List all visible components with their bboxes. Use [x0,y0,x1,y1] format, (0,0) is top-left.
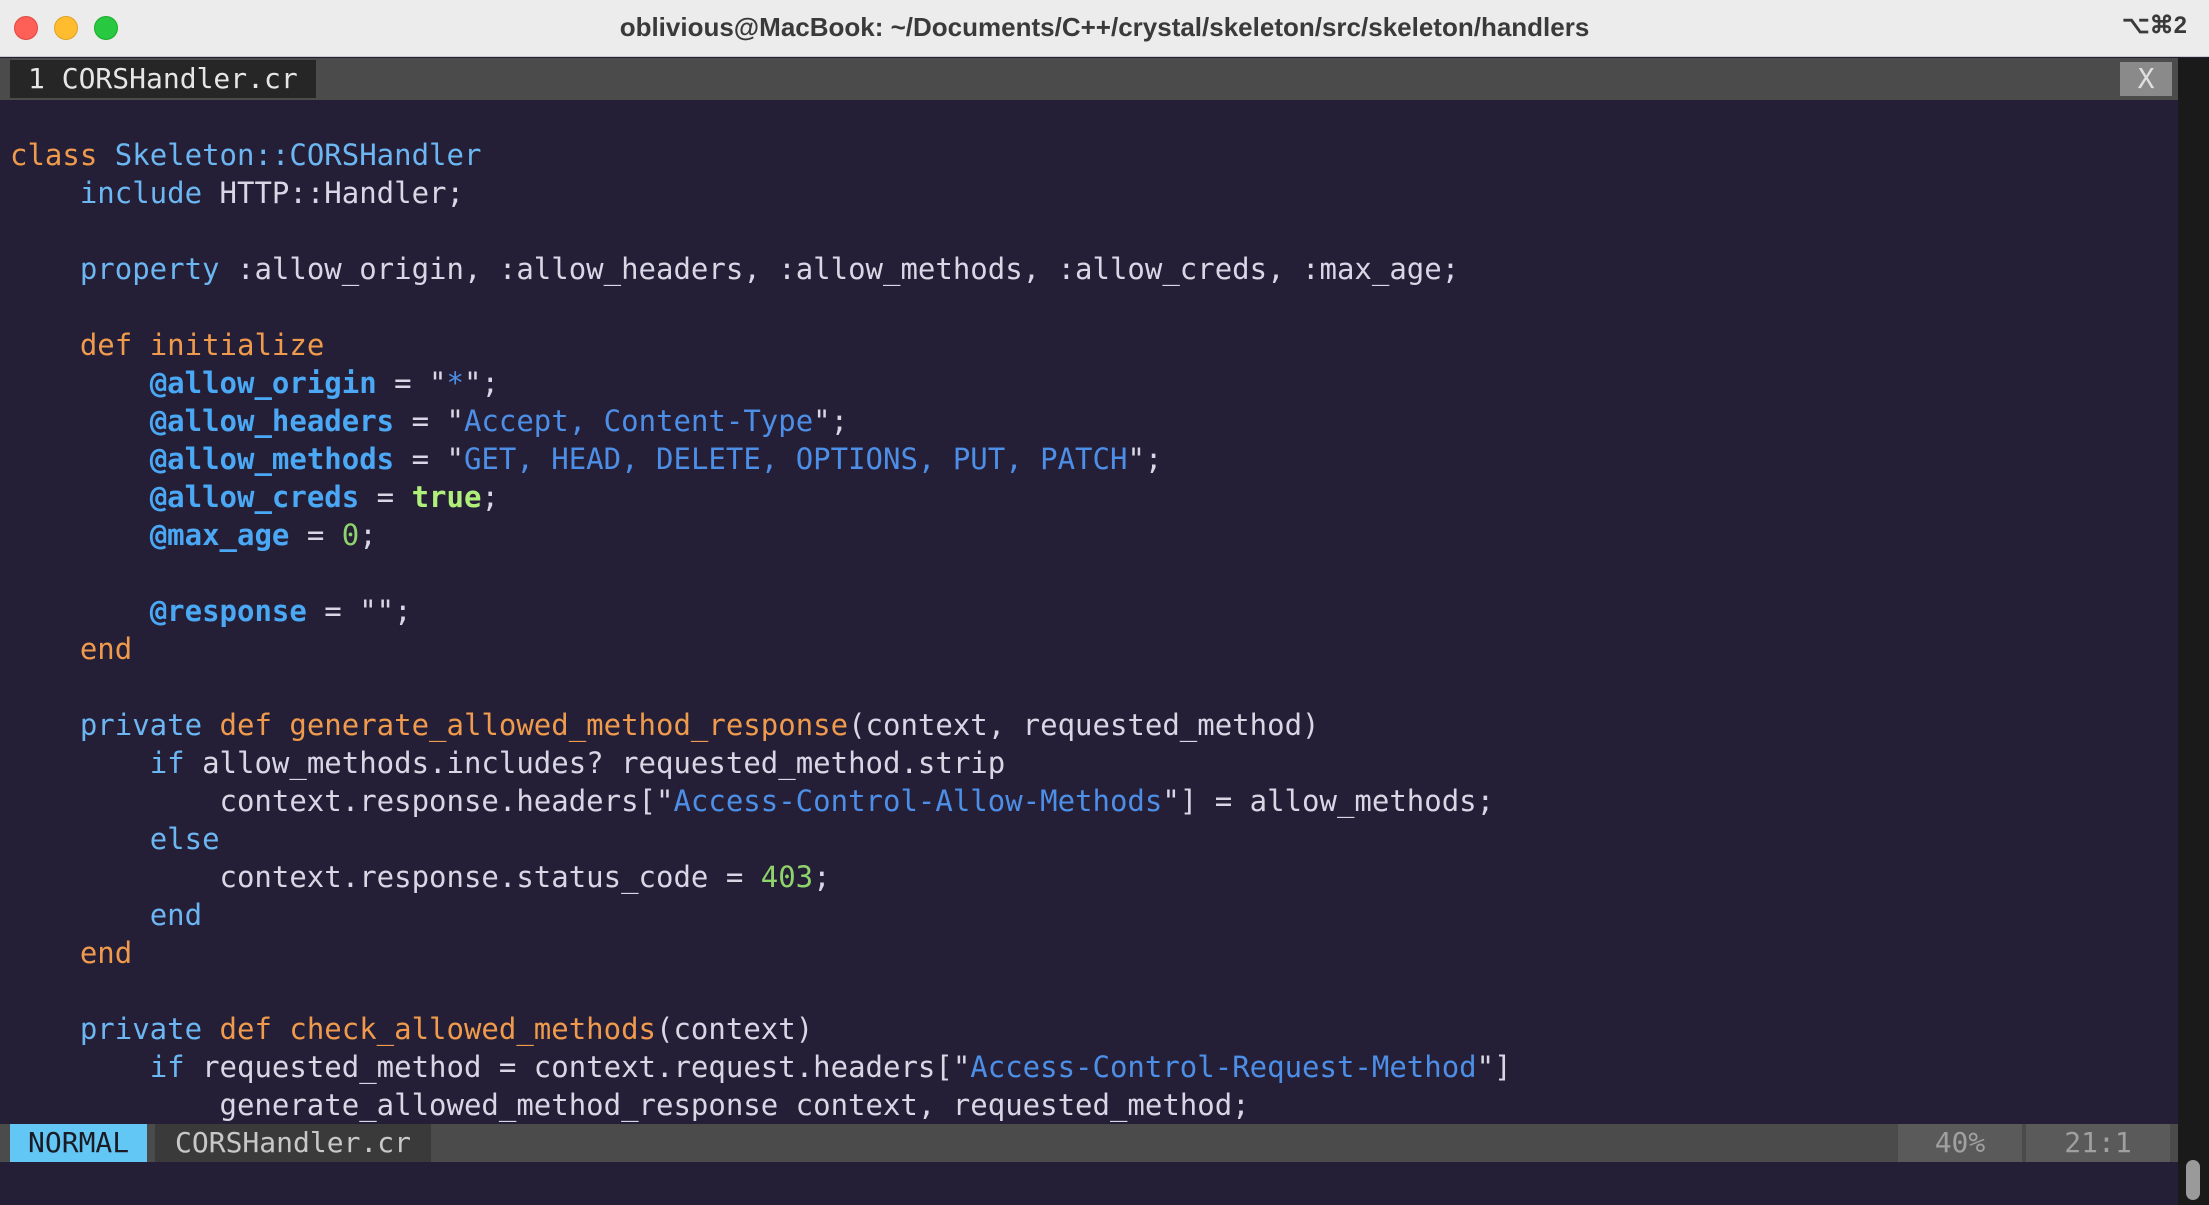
scrollbar[interactable] [2178,58,2209,1205]
status-filename: CORSHandler.cr [155,1124,432,1162]
scrollbar-thumb[interactable] [2186,1160,2200,1200]
scroll-percent: 40% [1898,1124,2022,1162]
code-line-2: include HTTP::Handler; [79,176,464,210]
code-line-6: def initialize [79,328,325,362]
code-line-13: @response = ""; [149,594,412,628]
window-shortcut: ⌥⌘2 [2121,12,2187,39]
code-line-10: @allow_creds = true; [149,480,499,514]
code-line-18: context.response.headers["Access-Control… [10,784,1495,818]
code-line-1: class Skeleton::CORSHandler [10,138,482,172]
code-line-22: end [79,936,133,970]
code-line-25: if requested_method = context.request.he… [149,1050,1512,1084]
code-line-7: @allow_origin = "*"; [149,366,499,400]
window-title: oblivious@MacBook: ~/Documents/C++/cryst… [619,12,1590,42]
terminal-window: oblivious@MacBook: ~/Documents/C++/cryst… [0,0,2209,1205]
code-line-9: @allow_methods = "GET, HEAD, DELETE, OPT… [149,442,1163,476]
code-line-24: private def check_allowed_methods(contex… [79,1012,814,1046]
mode-indicator: NORMAL [10,1124,148,1162]
code-line-19: else [149,822,220,856]
code-line-16: private def generate_allowed_method_resp… [79,708,1320,742]
title-bar[interactable]: oblivious@MacBook: ~/Documents/C++/cryst… [0,0,2209,57]
code-line-8: @allow_headers = "Accept, Content-Type"; [149,404,849,438]
code-line-21: end [149,898,203,932]
code-line-11: @max_age = 0; [149,518,377,552]
tab-close-button[interactable]: X [2120,62,2172,96]
vim-tabline: 1 CORSHandler.cr X [0,58,2178,100]
tab-corshandler[interactable]: 1 CORSHandler.cr [10,60,316,98]
code-editor[interactable]: class Skeleton::CORSHandler include HTTP… [10,136,2170,1124]
cursor-position: 21:1 [2026,1124,2170,1162]
code-line-20: context.response.status_code = 403; [10,860,831,894]
code-line-17: if allow_methods.includes? requested_met… [149,746,1006,780]
code-line-14: end [79,632,133,666]
code-line-4: property :allow_origin, :allow_headers, … [79,252,1460,286]
vim-statusline: NORMAL CORSHandler.cr 40% 21:1 [0,1124,2178,1162]
code-line-26: generate_allowed_method_response context… [10,1088,1250,1122]
